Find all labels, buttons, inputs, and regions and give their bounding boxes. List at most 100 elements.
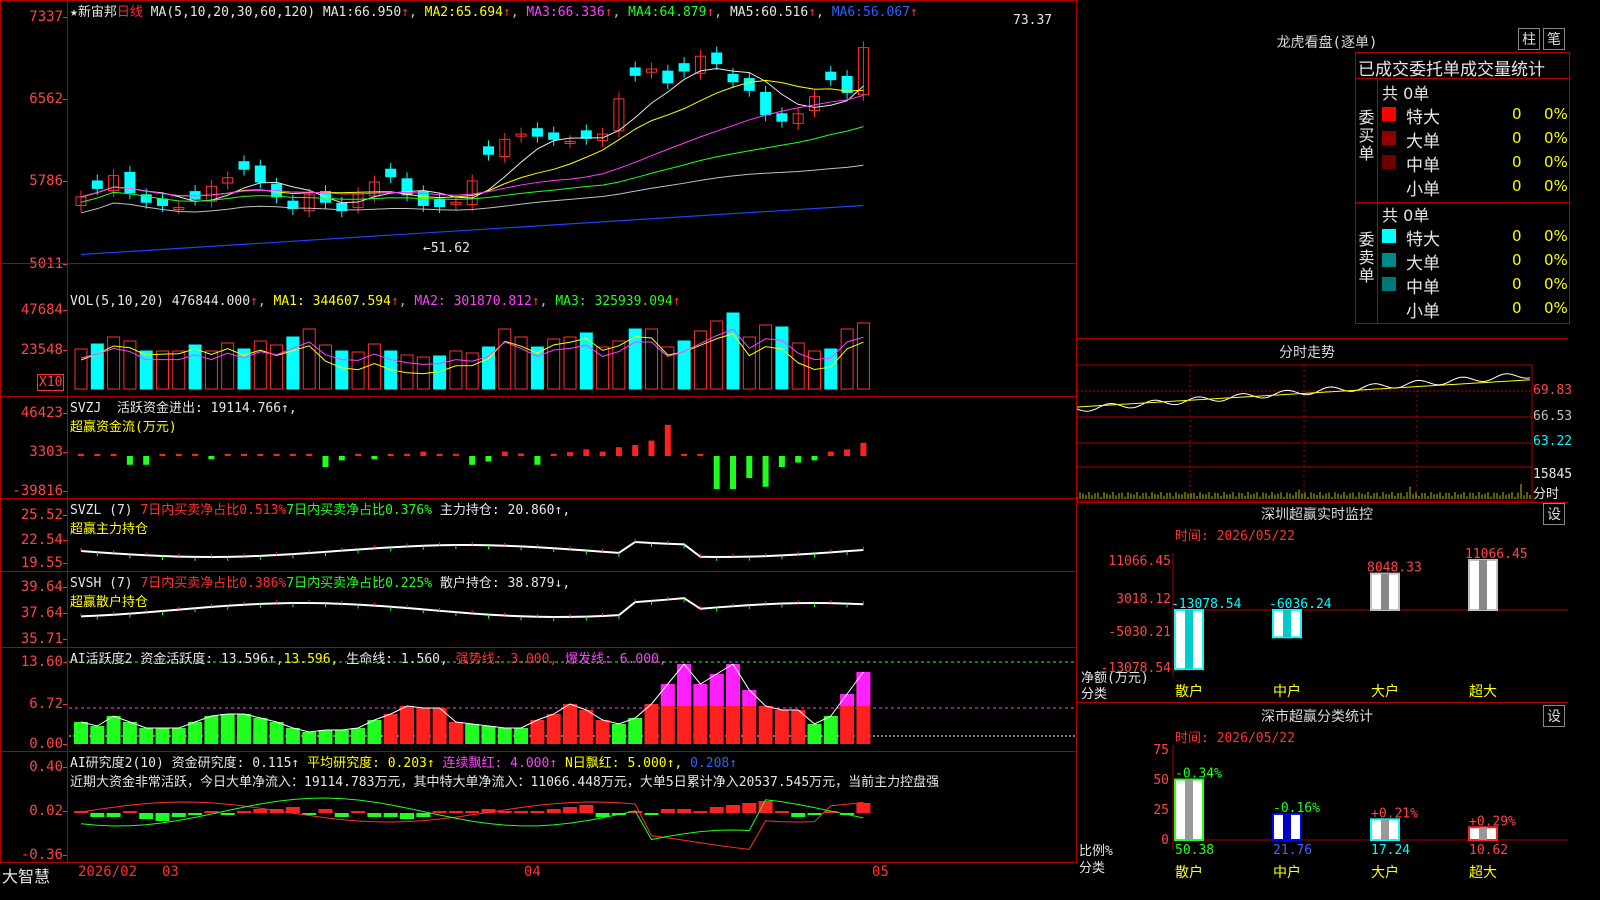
volume-bar	[759, 324, 773, 390]
stats-tab[interactable]: 已成交委托单成交量统计	[1355, 52, 1570, 80]
svzj-bar	[697, 453, 704, 456]
research-bar	[758, 801, 773, 813]
volume-panel[interactable]: 47684 23548 X10 VOL(5,10,20) 476844.000↑…	[0, 263, 1077, 397]
sz-category: 超大	[1469, 684, 1497, 700]
candle-body	[548, 132, 560, 140]
tick-mode-button[interactable]: 笔	[1543, 28, 1565, 50]
research-bar	[677, 809, 692, 813]
activity-bar	[302, 732, 317, 744]
svsh-panel[interactable]: 39.64 37.64 35.71 SVSH (7) 7日内买卖净占比0.386…	[0, 571, 1077, 648]
avg-price-line	[1077, 379, 1531, 408]
svzj-bar	[224, 453, 231, 456]
sh-tick: 50	[1153, 773, 1169, 788]
order-count: 0	[1512, 299, 1522, 317]
research-bar	[106, 813, 121, 817]
order-type: 小单	[1406, 180, 1440, 200]
candle-body	[238, 161, 250, 170]
research-bar	[253, 809, 268, 813]
intraday-chart	[1077, 364, 1533, 502]
svzj-bar	[110, 453, 117, 456]
candlestick-chart[interactable]	[1, 1, 1078, 265]
order-count: 0	[1512, 251, 1522, 269]
research-bar	[579, 805, 594, 813]
activity-bar	[416, 708, 431, 744]
order-percent: 0%	[1544, 251, 1568, 269]
svzj-bar	[811, 456, 818, 461]
sz-category-panel[interactable]: 深市超赢分类统计 设 时间: 2026/05/22 75 50 25 0 -0.34% 5…	[1077, 702, 1568, 883]
svzl-panel[interactable]: 25.52 22.54 19.55 SVZL (7) 7日内买卖净占比0.513…	[0, 498, 1077, 572]
svzj-bar	[664, 424, 671, 456]
activity-bar	[758, 706, 773, 744]
activity-peak	[742, 690, 757, 706]
activity-bar	[334, 730, 349, 744]
svzj-bar	[257, 453, 264, 456]
ai-activity-panel[interactable]: 13.60 6.72 0.00 AI活跃度2 资金活跃度: 13.596↑,13…	[0, 647, 1077, 752]
activity-peak	[726, 664, 740, 706]
svzj-bar	[778, 456, 785, 467]
sz-bar-shade	[1479, 560, 1487, 610]
activity-bar	[563, 704, 577, 744]
sell-order-block: 委卖单 共 0单 特大 0 0% 大单 0 0% 中单 0 0% 小单 0 0%	[1355, 201, 1570, 324]
svzj-bar	[306, 453, 313, 456]
activity-bar	[530, 720, 545, 744]
research-bar	[416, 813, 431, 817]
order-percent: 0%	[1544, 153, 1568, 171]
candle-body	[434, 198, 446, 208]
sh-value-label: 21.76	[1273, 843, 1312, 858]
sh-bar-chart: 75 50 25 0 -0.34% 50.38 散户 -0.16% 21.76 中户 +0.21% 1…	[1153, 743, 1568, 881]
research-bar	[742, 803, 757, 813]
activity-bar	[237, 714, 251, 744]
activity-peak	[856, 672, 871, 706]
svzj-bar	[632, 445, 639, 456]
volume-bar	[612, 340, 626, 390]
svzj-bar	[599, 451, 606, 456]
activity-bar	[807, 724, 822, 744]
order-count: 0	[1512, 275, 1522, 293]
order-row: 中单 0 0%	[1382, 273, 1568, 298]
activity-bar	[204, 716, 219, 744]
sz-monitor-panel[interactable]: 深圳超赢实时监控 设 时间: 2026/05/22 11066.45 3018.1…	[1077, 502, 1568, 703]
date-label: 05	[872, 864, 889, 880]
candle-body	[91, 180, 103, 189]
svzj-panel[interactable]: 46423 3303 -39816 SVZJ 活跃资金进出: 19114.766…	[0, 396, 1077, 499]
research-bar	[334, 813, 349, 817]
sh-xlabel: 分类	[1079, 861, 1106, 876]
volume-bars	[74, 312, 870, 390]
svzj-bar	[615, 447, 622, 456]
order-percent: 0%	[1544, 227, 1568, 245]
activity-bar	[188, 722, 203, 744]
volume-bar	[693, 330, 707, 390]
sz-bar-shade	[1283, 610, 1291, 638]
svzj-bar	[143, 456, 150, 465]
order-row: 特大 0 0%	[1382, 103, 1568, 128]
sh-value-label: 50.38	[1175, 843, 1214, 858]
research-bar	[774, 811, 789, 813]
activity-bar	[497, 728, 512, 744]
bar-mode-button[interactable]: 柱	[1518, 28, 1540, 50]
ai-research-panel[interactable]: 0.40 0.02 -0.36 AI研究度2(10) 资金研究度: 0.115↑…	[0, 751, 1077, 863]
intraday-panel[interactable]: 分时走势 69.83 66.53 63.22 15845 分时	[1077, 338, 1572, 503]
order-row: 中单 0 0%	[1382, 151, 1568, 176]
order-type: 特大	[1406, 230, 1440, 250]
volume-bar	[677, 340, 691, 390]
order-type: 特大	[1406, 108, 1440, 128]
activity-bar	[318, 730, 333, 744]
volume-bar	[840, 328, 854, 390]
research-bar	[220, 813, 235, 815]
svzj-bar	[827, 451, 834, 456]
activity-bar	[628, 718, 643, 744]
svzj-bar	[567, 452, 573, 456]
candle-body	[743, 78, 755, 91]
activity-bar	[400, 706, 414, 744]
volume-bar	[74, 348, 88, 390]
main-chart-panel[interactable]: 7337 6562 5786 5011 ★新宙邦日线 MA(5,10,20,30…	[0, 0, 1078, 272]
sz-category: 大户	[1371, 683, 1399, 700]
order-percent: 0%	[1544, 299, 1568, 317]
svzj-bar	[192, 453, 199, 456]
candle-body	[776, 113, 788, 122]
activity-bar	[383, 714, 398, 744]
volume-bar	[775, 326, 789, 390]
ai-activity-bars	[69, 661, 1077, 744]
order-count: 0	[1512, 227, 1522, 245]
intraday-volume-max: 15845	[1533, 467, 1573, 482]
